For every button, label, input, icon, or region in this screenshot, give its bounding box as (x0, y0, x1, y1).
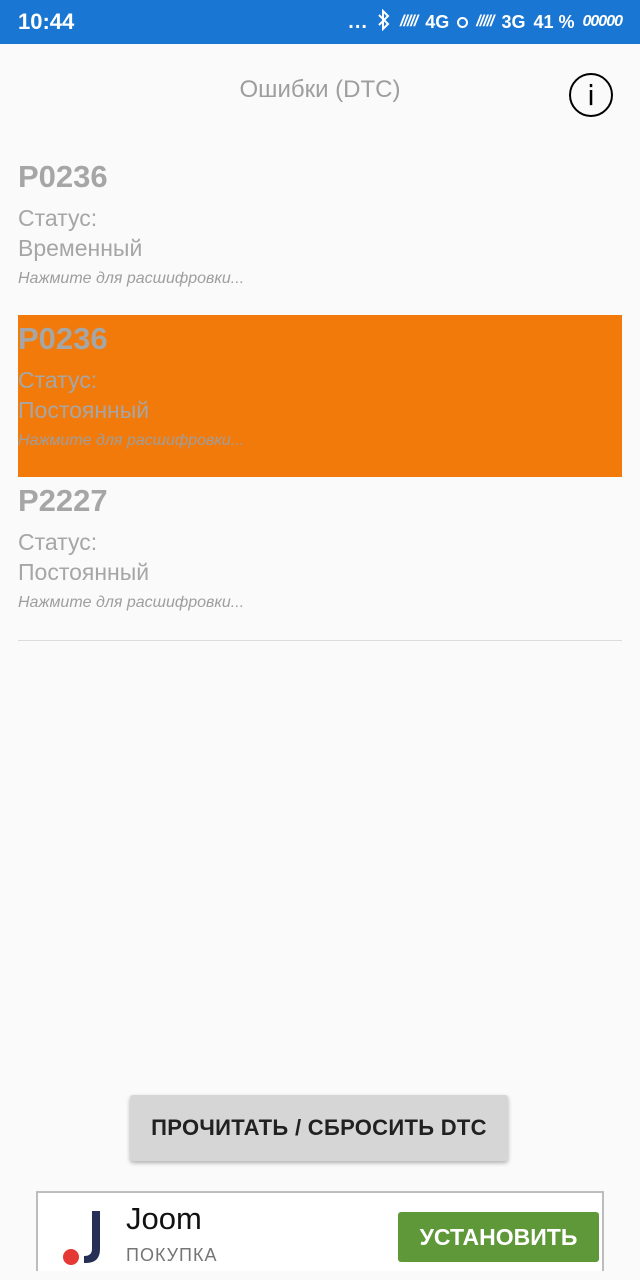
dtc-list-item[interactable]: P0236 Статус: Временный Нажмите для расш… (18, 153, 622, 315)
ad-subtitle: ПОКУПКА (126, 1245, 218, 1265)
page-title: Ошибки (DTC) (239, 76, 401, 103)
info-button[interactable]: i (569, 73, 613, 117)
joom-logo-icon (60, 1207, 108, 1267)
dtc-code: P2227 (18, 483, 108, 518)
dtc-list: P0236 Статус: Временный Нажмите для расш… (18, 153, 622, 639)
ad-app-name: Joom (126, 1201, 202, 1236)
dtc-status-value: Постоянный (18, 559, 150, 585)
dtc-status-label: Статус: (18, 367, 98, 393)
status-time: 10:44 (18, 9, 75, 34)
signal-icon-2: ///// (476, 13, 494, 30)
dtc-hint: Нажмите для расшифровки... (18, 270, 245, 287)
dtc-status-value: Постоянный (18, 397, 150, 423)
dtc-code: P0236 (18, 321, 108, 356)
network-type-1: 4G (425, 11, 450, 32)
dtc-list-item[interactable]: P2227 Статус: Постоянный Нажмите для рас… (18, 477, 622, 639)
dtc-status-label: Статус: (18, 205, 98, 231)
dtc-status-value: Временный (18, 235, 143, 261)
hotspot-icon (457, 16, 469, 28)
dtc-status-label: Статус: (18, 529, 98, 555)
ad-banner[interactable]: Joom ПОКУПКА УСТАНОВИТЬ (36, 1191, 604, 1271)
install-button[interactable]: УСТАНОВИТЬ (398, 1212, 599, 1262)
bluetooth-icon (376, 8, 392, 36)
signal-icon-1: ///// (399, 13, 418, 30)
battery-percent: 41 % (533, 11, 575, 32)
dtc-list-item[interactable]: P0236 Статус: Постоянный Нажмите для рас… (18, 315, 622, 477)
dtc-hint: Нажмите для расшифровки... (18, 432, 245, 449)
dtc-code: P0236 (18, 159, 108, 194)
notification-dots: ... (348, 10, 368, 33)
info-icon: i (587, 78, 595, 112)
list-divider (18, 640, 622, 641)
battery-icon: 00000 (582, 13, 623, 30)
status-bar: 10:44 ... ///// 4G ///// 3G 41 % 00000 (0, 0, 640, 44)
read-reset-dtc-button[interactable]: ПРОЧИТАТЬ / СБРОСИТЬ DTC (130, 1095, 508, 1161)
dtc-hint: Нажмите для расшифровки... (18, 594, 245, 611)
network-type-2: 3G (501, 11, 526, 32)
status-icons: ... ///// 4G ///// 3G 41 % 00000 (348, 8, 623, 36)
